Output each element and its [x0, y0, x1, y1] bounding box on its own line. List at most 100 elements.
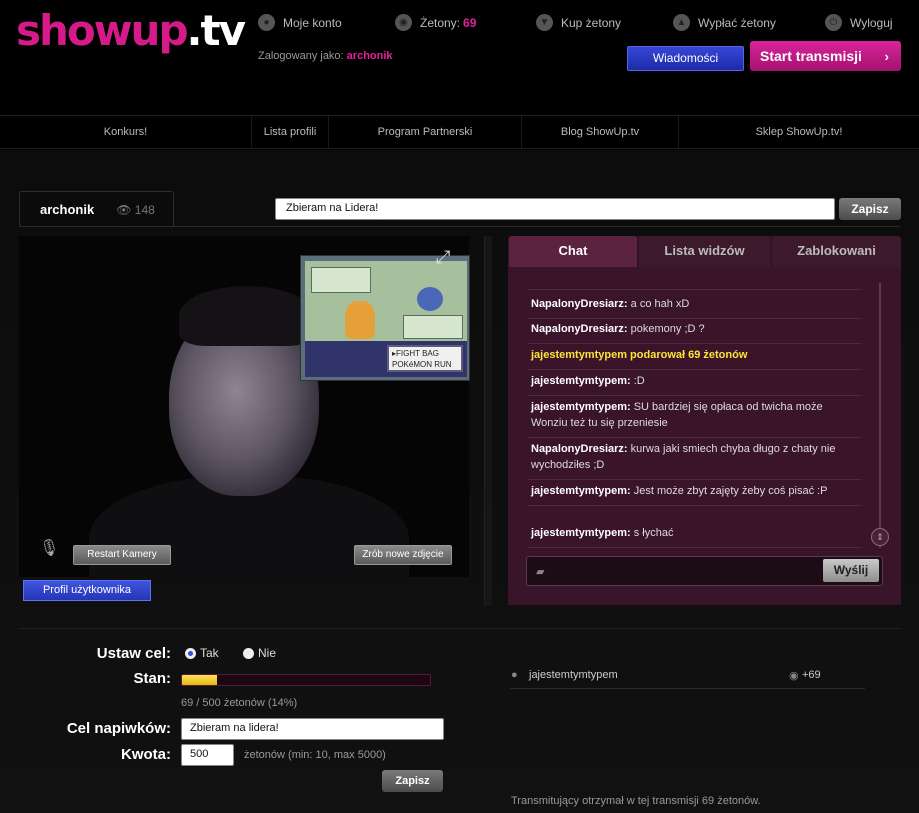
goal-yes-label: Tak — [200, 646, 219, 660]
save-goal-button[interactable]: Zapisz — [382, 770, 443, 792]
chat-user[interactable]: jajestemtymtypem: — [531, 375, 631, 387]
tab-divider — [19, 226, 900, 227]
arrow-right-icon: › — [884, 48, 889, 64]
profile-name: archonik — [40, 202, 95, 217]
goal-no-radio[interactable]: Nie — [243, 646, 276, 660]
new-photo-button[interactable]: Zrób nowe zdjęcie — [354, 545, 452, 565]
user-profile-button[interactable]: Profil użytkownika — [23, 580, 151, 601]
scroll-arrows-icon[interactable]: ⇕ — [871, 528, 889, 546]
logo-tld-text: .tv — [186, 6, 246, 55]
microphone-icon[interactable]: 🎙 — [39, 538, 59, 564]
start-broadcast-label: Start transmisji — [760, 48, 862, 64]
donor-name[interactable]: jajestemtymtypem — [529, 669, 618, 681]
logged-as-label: Zalogowany jako: — [258, 50, 344, 62]
user-icon: ● — [511, 669, 518, 681]
chat-message: jajestemtymtypem: Jest może zbyt zajęty … — [528, 477, 861, 506]
send-button[interactable]: Wyślij — [823, 559, 879, 582]
chat-message: NapalonyDresiarz: kurwa jaki smiech chyb… — [528, 435, 861, 480]
my-account-link[interactable]: ● Moje konto — [258, 14, 342, 31]
start-broadcast-button[interactable]: Start transmisji › — [750, 41, 901, 71]
chat-scrollbar[interactable] — [879, 283, 881, 548]
radio-checked-icon — [185, 647, 196, 659]
tokens-label: Żetony: — [420, 15, 461, 30]
nav-item-sklep[interactable]: Sklep ShowUp.tv! — [679, 116, 919, 148]
tokens-value: 69 — [463, 15, 477, 30]
power-icon: ⏻ — [825, 14, 842, 31]
chat-text: :D — [633, 375, 645, 387]
state-label: Stan: — [133, 670, 172, 687]
chat-message: jajestemtymtypem: :D — [528, 367, 861, 396]
showup-logo[interactable]: showup.tv — [16, 6, 246, 55]
chat-message: jajestemtymtypem: s łychać — [528, 519, 861, 548]
my-account-label: Moje konto — [283, 15, 342, 30]
tip-goal-input[interactable]: Zbieram na lidera! — [181, 718, 444, 740]
expand-icon[interactable]: ⤢ — [436, 248, 456, 268]
chat-gift-text: jajestemtymtypem podarował 69 żetonów — [531, 349, 748, 361]
chat-gift-message: jajestemtymtypem podarował 69 żetonów — [528, 341, 861, 370]
nav-item-program-partnerski[interactable]: Program Partnerski — [329, 116, 522, 148]
chat-text: pokemony ;D ? — [630, 323, 705, 335]
chat-user[interactable]: jajestemtymtypem: — [531, 485, 631, 497]
save-status-button[interactable]: Zapisz — [839, 198, 901, 220]
chat-user[interactable]: jajestemtymtypem: — [531, 401, 631, 413]
logo-main-text: showup — [16, 6, 189, 55]
logout-label: Wyloguj — [850, 15, 893, 30]
buy-tokens-label: Kup żetony — [561, 15, 622, 30]
nav-item-lista-profili[interactable]: Lista profili — [252, 116, 329, 148]
set-goal-label: Ustaw cel: — [96, 645, 171, 662]
eye-icon: 👁 — [116, 202, 135, 217]
restart-camera-button[interactable]: Restart Kamery — [73, 545, 171, 565]
goal-progress-text: 69 / 500 żetonów (14%) — [181, 697, 298, 709]
enemy-pokemon — [417, 287, 443, 311]
withdraw-tokens-link[interactable]: ▲ Wypłać żetony — [673, 14, 776, 31]
download-icon: ▼ — [536, 14, 553, 31]
logged-as-user[interactable]: archonik — [347, 50, 393, 62]
transmission-summary: Transmitujący otrzymał w tej transmisji … — [511, 795, 761, 807]
donor-row: ● jajestemtymtypem ◉ +69 — [510, 668, 865, 689]
viewer-count-value: 148 — [134, 202, 155, 217]
viewer-count: 👁 148 — [116, 203, 155, 217]
tab-blocked[interactable]: Zablokowani — [772, 236, 901, 267]
game-screen: ▸FIGHT BAG POKéMON RUN — [305, 261, 467, 377]
goal-progress-fill — [182, 675, 217, 685]
player-pokemon — [345, 301, 375, 339]
status-input[interactable]: Zbieram na Lidera! — [275, 198, 835, 220]
goal-no-label: Nie — [258, 646, 277, 660]
amount-hint: żetonów (min: 10, max 5000) — [244, 749, 386, 761]
chat-user[interactable]: NapalonyDresiarz: — [531, 323, 628, 335]
player-hp-plate — [403, 315, 463, 339]
logout-link[interactable]: ⏻ Wyloguj — [825, 14, 893, 31]
withdraw-tokens-label: Wypłać żetony — [698, 15, 776, 30]
buy-tokens-link[interactable]: ▼ Kup żetony — [536, 14, 621, 31]
chat-text: a co hah xD — [630, 298, 690, 310]
goal-yes-radio[interactable]: Tak — [185, 646, 219, 660]
section-divider — [19, 628, 900, 629]
enemy-hp-plate — [311, 267, 371, 293]
chat-user[interactable]: NapalonyDresiarz: — [531, 443, 628, 455]
tab-chat[interactable]: Chat — [509, 236, 637, 267]
tokens-link[interactable]: ◉ Żetony: 69 — [395, 14, 476, 31]
main-nav: Konkurs! Lista profili Program Partnersk… — [0, 115, 919, 149]
chat-text: s łychać — [633, 527, 674, 539]
chat-user[interactable]: NapalonyDresiarz: — [531, 298, 628, 310]
radio-unchecked-icon — [243, 647, 254, 659]
nav-item-blog[interactable]: Blog ShowUp.tv — [522, 116, 679, 148]
streamer-hair — [179, 286, 314, 346]
donor-amount: +69 — [802, 669, 821, 681]
battle-menu: ▸FIGHT BAG POKéMON RUN — [387, 345, 463, 372]
profile-tab[interactable]: archonik 👁 148 — [19, 191, 174, 227]
game-overlay: ▸FIGHT BAG POKéMON RUN — [300, 255, 470, 381]
tip-goal-label: Cel napiwków: — [66, 720, 171, 737]
logged-as: Zalogowany jako: archonik — [258, 50, 393, 62]
chat-user[interactable]: jajestemtymtypem: — [531, 527, 631, 539]
chat-text: Jest może zbyt zajęty żeby coś pisać :P — [633, 485, 828, 497]
nav-item-konkurs[interactable]: Konkurs! — [0, 116, 252, 148]
withdraw-icon: ▲ — [673, 14, 690, 31]
amount-label: Kwota: — [121, 746, 171, 763]
messages-button[interactable]: Wiadomości — [627, 46, 744, 71]
tab-viewer-list[interactable]: Lista widzów — [639, 236, 770, 267]
goal-progress-bar — [181, 674, 431, 686]
amount-input[interactable]: 500 — [181, 744, 234, 766]
panel-resize-handle[interactable] — [484, 236, 492, 606]
chat-bubble-icon: ▰ — [536, 566, 545, 578]
